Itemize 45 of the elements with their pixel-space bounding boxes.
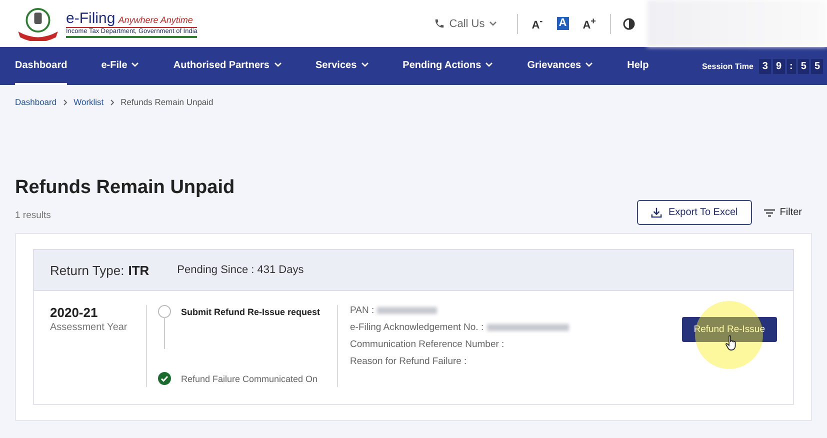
font-size-button[interactable]: A$^{-}$ (530, 14, 545, 32)
export-button[interactable]: Export To Excel (637, 200, 752, 225)
phone-icon (434, 18, 446, 29)
nav-item[interactable]: Pending Actions (402, 47, 494, 85)
return-type-label: Return Type: (50, 262, 124, 278)
timer-digit: 5 (811, 58, 823, 74)
tagline: Anywhere Anytime (118, 14, 193, 24)
timer-digit: : (786, 58, 796, 74)
download-icon (651, 207, 662, 218)
timer-digit: 3 (759, 58, 771, 74)
nav-item[interactable]: e-File (101, 47, 140, 85)
step-label: Submit Refund Re-Issue request (181, 306, 322, 319)
call-us-button[interactable]: Call Us (434, 18, 497, 30)
chevron-icon (110, 98, 115, 106)
page-title: Refunds Remain Unpaid (15, 177, 235, 199)
assessment-year-label: Assessment Year (50, 322, 128, 333)
timer-digit: 9 (772, 58, 785, 74)
brand-name: e-Filing (66, 10, 116, 26)
contrast-icon[interactable] (623, 18, 635, 30)
nav-item[interactable]: Authorised Partners (173, 47, 282, 85)
timer-digit: 5 (798, 58, 810, 74)
breadcrumb-link[interactable]: Dashboard (15, 97, 57, 107)
field-label: e-Filing Acknowledgement No. : (350, 322, 484, 333)
filter-icon (764, 208, 775, 216)
font-size-button[interactable]: A (556, 17, 569, 30)
filter-button[interactable]: Filter (764, 207, 812, 218)
field-label: Communication Reference Number : (350, 339, 504, 350)
nav-item[interactable]: Dashboard (15, 47, 68, 85)
assessment-year: 2020-21 (50, 305, 99, 320)
nav-item[interactable]: Grievances (527, 47, 594, 85)
nav-item[interactable]: Services (316, 47, 369, 85)
return-type-value: ITR (128, 262, 150, 278)
breadcrumb-current: Refunds Remain Unpaid (120, 97, 214, 107)
hand-cursor-icon (725, 335, 737, 351)
breadcrumb-link[interactable]: Worklist (74, 97, 104, 107)
font-size-button[interactable]: A$^{+}$ (580, 14, 598, 32)
field-label: PAN : (350, 305, 374, 316)
caret-icon (488, 20, 497, 26)
chevron-icon (62, 98, 68, 106)
step-label: Refund Failure Communicated On (181, 373, 319, 386)
pending-since: Pending Since : 431 Days (177, 264, 304, 276)
results-count: 1 results (15, 210, 51, 221)
session-time-label: Session Time (702, 62, 754, 70)
nav-item[interactable]: Help (627, 47, 649, 85)
field-label: Reason for Refund Failure : (350, 356, 467, 367)
